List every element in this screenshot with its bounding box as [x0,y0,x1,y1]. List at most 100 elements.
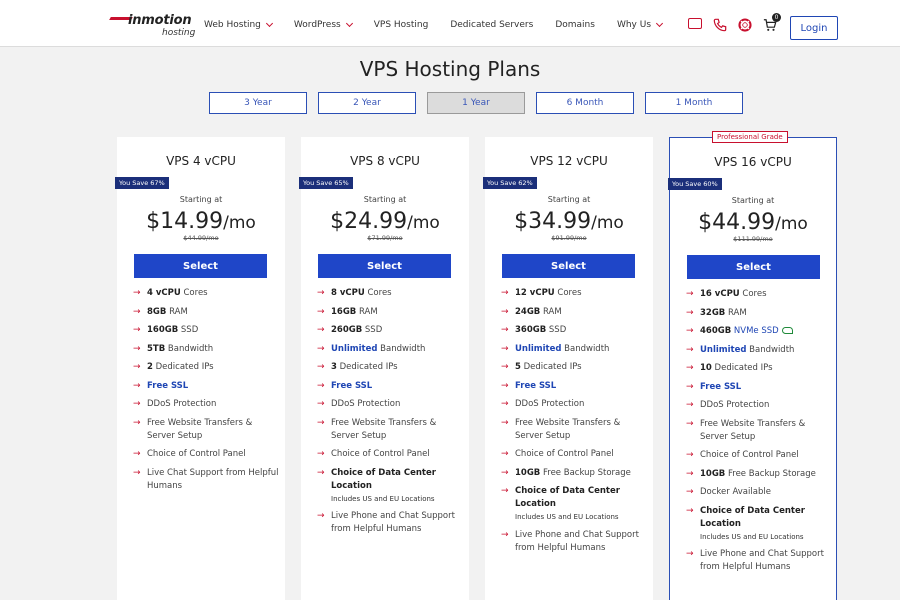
phone-icon[interactable] [713,17,727,32]
feature-item: → Choice of Control Panel [501,448,649,461]
feature-highlight: 24GB [515,306,541,317]
arrow-right-icon: → [133,399,141,409]
feature-highlight: 360GB [515,325,547,335]
nav-web-hosting[interactable]: Web Hosting [204,19,273,30]
feature-text: DDoS Protection [700,400,770,410]
feature-highlight: Unlimited [331,343,378,354]
nav-dedicated-servers[interactable]: Dedicated Servers [450,20,533,30]
term-1-month[interactable]: 1 Month [645,92,743,114]
cart-count-badge: 0 [772,13,781,22]
feature-text: Choice of Control Panel [147,449,246,459]
login-button[interactable]: Login [790,16,838,40]
feature-text: RAM [166,306,188,317]
original-price: $71.99/mo [367,234,403,242]
nav-label: WordPress [293,20,341,30]
price-period: /mo [223,213,256,233]
logo-sub: hosting [162,28,196,38]
arrow-right-icon: → [501,362,509,372]
arrow-right-icon: → [317,511,325,521]
feature-highlight: Free SSL [700,381,742,392]
feature-text: SSD [362,325,383,335]
feature-highlight: 460GB [700,326,732,336]
nav-why-us[interactable]: Why Us [617,19,664,30]
price-amount: $34.99 [514,209,592,234]
feature-text: Bandwidth [561,343,610,354]
feature-item: → Free SSL [133,380,281,393]
feature-text: Dedicated IPs [152,362,214,372]
arrow-right-icon: → [317,467,325,478]
cart-icon[interactable]: 0 [763,13,781,31]
plan-name: VPS 16 vCPU [714,155,792,169]
feature-highlight: Choice of Data Center Location [700,505,805,529]
feature-item: → Live Chat Support from Helpful Humans [133,467,281,493]
arrow-right-icon: → [501,417,509,428]
page-title: VPS Hosting Plans [359,57,541,81]
price-amount: $44.99 [698,210,776,235]
feature-highlight: 260GB [331,325,363,335]
select-button[interactable]: Select [134,254,267,278]
select-button[interactable]: Select [502,254,635,278]
feature-item: → DDoS Protection [501,398,649,411]
feature-item: → Free SSL [686,381,834,394]
inmotion-logo[interactable]: inmotion hosting [109,13,200,41]
feature-text: Live Phone and Chat Support from Helpful… [515,529,639,553]
arrow-right-icon: → [686,326,694,336]
feature-text: Cores [180,288,208,298]
original-price: $91.99/mo [551,234,587,242]
arrow-right-icon: → [686,468,694,479]
feature-item: → Free Website Transfers & Server Setup [317,417,465,443]
term-1-year[interactable]: 1 Year [427,92,525,114]
feature-item: → Free Website Transfers & Server Setup [133,417,281,443]
feature-item: → 10 Dedicated IPs [686,362,834,375]
feature-text: Live Phone and Chat Support from Helpful… [700,549,824,572]
term-3-year[interactable]: 3 Year [209,92,307,114]
feature-text: SSD [546,325,567,335]
savings-badge: You Save 62% [483,177,537,189]
lifebuoy-icon[interactable] [738,17,752,32]
select-button[interactable]: Select [318,254,451,278]
arrow-right-icon: → [501,486,509,496]
feature-item: → 160GB SSD [133,324,281,337]
main-nav: Web Hosting WordPress VPS Hosting Dedica… [204,19,684,30]
nav-domains[interactable]: Domains [555,20,595,30]
savings-badge: You Save 65% [299,177,353,189]
feature-item: → 32GB RAM [686,307,834,320]
feature-item: → Choice of Control Panel [686,449,834,462]
price-period: /mo [775,214,808,234]
feature-highlight: 8 vCPU [331,288,365,298]
feature-text: Free Website Transfers & Server Setup [515,417,621,441]
arrow-right-icon: → [317,417,325,428]
feature-item: → DDoS Protection [686,399,834,412]
eco-leaf-icon [781,327,793,334]
original-price: $111.99/mo [733,235,773,243]
nav-wordpress[interactable]: WordPress [293,19,353,30]
feature-text: NVMe SSD [731,326,779,336]
feature-text: Bandwidth [377,343,426,354]
feature-item: → 260GB SSD [317,324,465,337]
feature-item: → Unlimited Bandwidth [686,344,834,357]
feature-item: → 12 vCPU Cores [501,287,649,300]
arrow-right-icon: → [133,380,141,391]
arrow-right-icon: → [133,417,141,428]
feature-text: Dedicated IPs [711,363,773,373]
nav-label: Domains [555,20,595,30]
feature-text: Live Phone and Chat Support from Helpful… [331,511,455,534]
feature-highlight: 160GB [147,325,179,335]
feature-text: Dedicated IPs [520,362,582,372]
arrow-right-icon: → [317,325,325,335]
nav-vps-hosting[interactable]: VPS Hosting [374,20,429,30]
feature-item: → 16GB RAM [317,306,465,319]
arrow-right-icon: → [686,363,694,373]
feature-text: Free Website Transfers & Server Setup [147,417,253,441]
feature-item: → 10GB Free Backup Storage [501,467,649,480]
term-6-month[interactable]: 6 Month [536,92,634,114]
plan-card-vps-4: VPS 4 vCPU You Save 67% Starting at $14.… [115,137,285,600]
starting-at-label: Starting at [363,195,407,204]
term-2-year[interactable]: 2 Year [318,92,416,114]
arrow-right-icon: → [686,505,694,516]
feature-list: → 12 vCPU Cores → 24GB RAM → 360GB SSD → Unlimi… [501,287,649,560]
select-button[interactable]: Select [687,255,820,279]
chat-icon[interactable] [688,18,702,29]
feature-text: RAM [356,306,378,317]
arrow-right-icon: → [501,325,509,335]
